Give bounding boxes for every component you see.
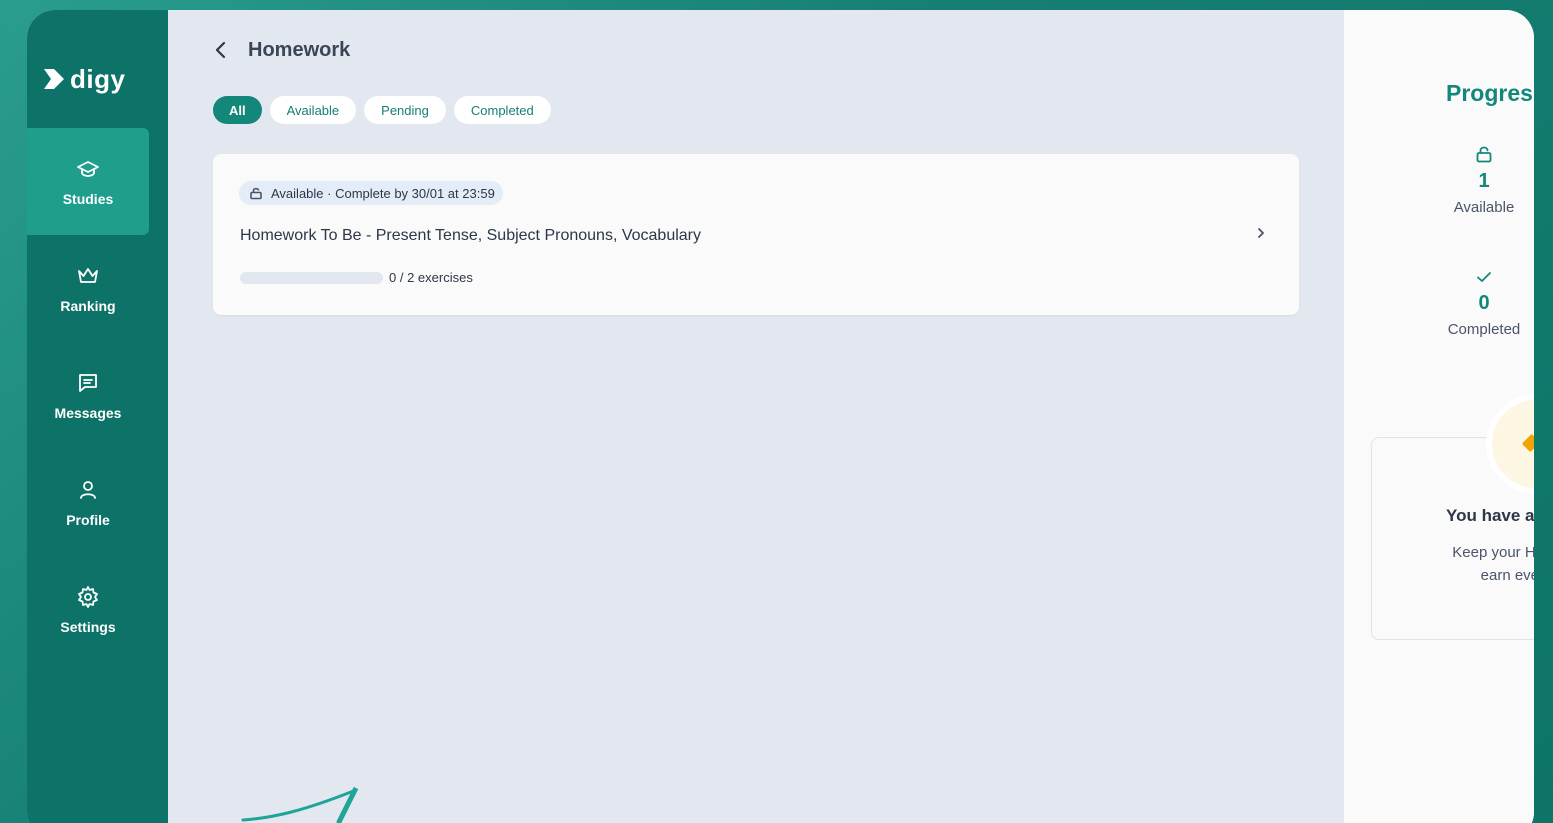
brand-name: digy	[70, 63, 126, 94]
sidebar-item-messages[interactable]: Messages	[27, 342, 149, 449]
sidebar-item-label: Ranking	[60, 297, 116, 314]
progress-bar	[240, 271, 383, 284]
filter-all[interactable]: All	[213, 96, 262, 124]
progress-text: 0 / 2 exercises	[389, 270, 473, 285]
logo: digy	[27, 50, 168, 108]
promo-text-line2: earn even	[1480, 567, 1534, 584]
lock-open-icon	[250, 187, 262, 200]
stat-label: Available	[1453, 199, 1515, 216]
status-badge-text: Available · Complete by 30/01 at 23:59	[271, 185, 495, 201]
sidebar-item-label: Settings	[60, 618, 116, 635]
sidebar-item-label: Profile	[66, 511, 110, 528]
filter-pending[interactable]: Pending	[364, 96, 446, 124]
sidebar-item-profile[interactable]: Profile	[27, 449, 149, 556]
filter-available[interactable]: Available	[269, 96, 357, 124]
sidebar-item-label: Messages	[54, 404, 122, 421]
promo-title: You have a	[1446, 506, 1534, 525]
stat-available: 1 Available	[1424, 144, 1534, 216]
stat-value: 1	[1478, 170, 1490, 192]
page-header: Homework	[213, 38, 350, 62]
crown-icon	[76, 264, 100, 288]
lock-open-icon	[1476, 146, 1492, 163]
progress-title: Progress	[1446, 80, 1534, 106]
progress-panel: Progress 1 Available 0 Completed You hav…	[1344, 10, 1534, 823]
homework-card[interactable]: Available · Complete by 30/01 at 23:59 H…	[213, 154, 1299, 315]
chevron-right-icon	[1256, 226, 1266, 245]
sidebar-item-ranking[interactable]: Ranking	[27, 235, 149, 342]
user-icon	[76, 478, 100, 502]
stat-completed: 0 Completed	[1424, 268, 1534, 338]
logo-mark-icon	[44, 69, 64, 89]
page-title: Homework	[248, 38, 351, 61]
app-window: digy Studies Ranking Messages Profile Se…	[27, 10, 1534, 823]
stat-value: 0	[1478, 292, 1490, 314]
graduation-cap-icon	[76, 157, 100, 181]
gear-icon	[76, 585, 100, 609]
decorative-arrow-icon	[241, 786, 359, 823]
sidebar: digy Studies Ranking Messages Profile Se…	[27, 10, 168, 823]
sidebar-item-studies[interactable]: Studies	[27, 128, 149, 235]
chevron-left-icon	[215, 41, 226, 59]
sidebar-item-settings[interactable]: Settings	[27, 556, 149, 663]
back-button[interactable]	[213, 38, 241, 62]
main-content: Homework All Available Pending Completed…	[168, 10, 1344, 823]
homework-progress: 0 / 2 exercises	[240, 270, 473, 285]
promo-text-line1: Keep your Homew	[1452, 544, 1534, 561]
promo-text: Keep your Homew earn even	[1404, 541, 1534, 587]
sidebar-item-label: Studies	[62, 190, 114, 207]
sidebar-nav: Studies Ranking Messages Profile Setting…	[27, 128, 168, 663]
filter-chips: All Available Pending Completed	[213, 96, 551, 124]
homework-title: Homework To Be - Present Tense, Subject …	[240, 227, 701, 244]
status-badge: Available · Complete by 30/01 at 23:59	[239, 181, 503, 205]
stat-label: Completed	[1447, 321, 1521, 338]
check-icon	[1477, 272, 1491, 282]
filter-completed[interactable]: Completed	[453, 96, 551, 124]
message-icon	[76, 371, 100, 395]
